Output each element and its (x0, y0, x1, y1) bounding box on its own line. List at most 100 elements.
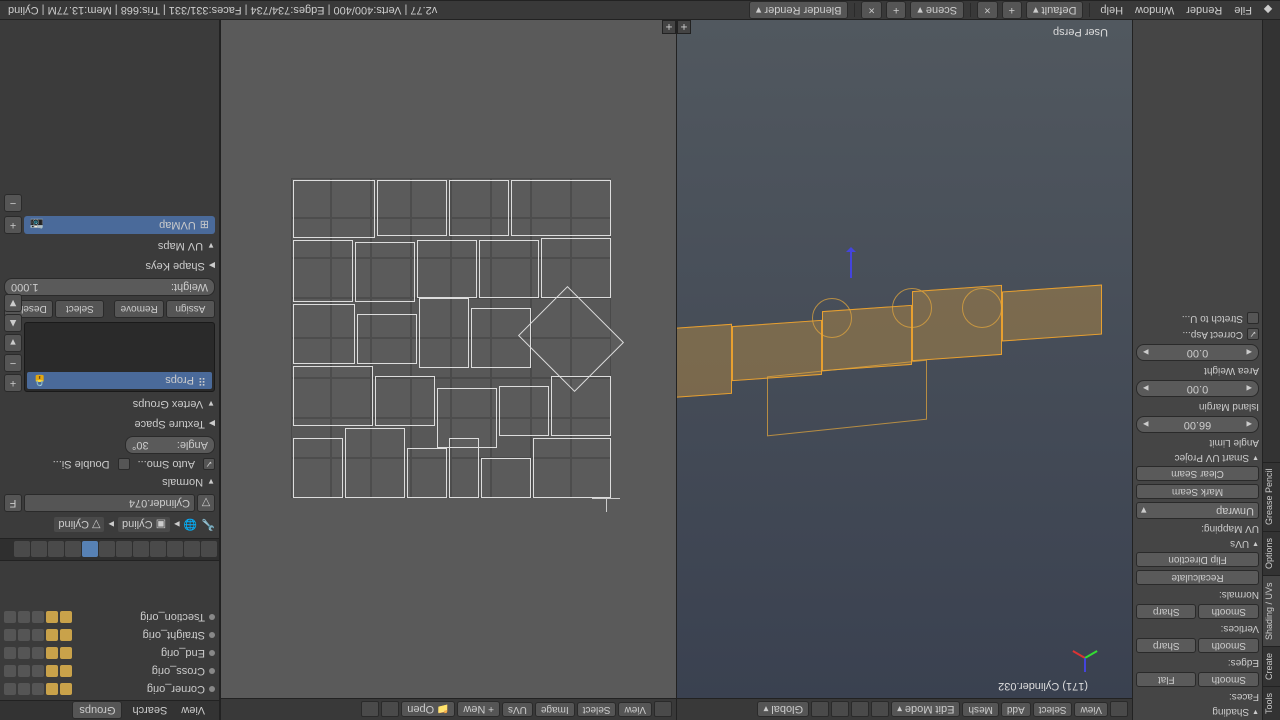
outliner-view-menu[interactable]: View (177, 705, 209, 717)
double-sided-check[interactable] (118, 458, 130, 470)
view3d-view-menu[interactable]: View (1075, 702, 1109, 717)
uv-select-menu[interactable]: Select (577, 702, 617, 717)
vgroup-remove-button[interactable]: − (4, 354, 22, 372)
outliner-list[interactable]: Corner_orig Cross_orig End_orig Straight… (0, 561, 219, 700)
uvmap-add-button[interactable]: + (4, 216, 22, 234)
shading-panel-header[interactable]: Shading (1136, 706, 1259, 717)
vgroup-weight-field[interactable]: Weight:1.000 (4, 278, 215, 296)
correct-aspect-check[interactable] (1247, 329, 1259, 341)
layers-icon[interactable] (811, 702, 829, 718)
tab-grease-pencil[interactable]: Grease Pencil (1263, 462, 1280, 532)
vgroup-select-button[interactable]: Select (55, 300, 104, 318)
verts-sharp-button[interactable]: Sharp (1136, 604, 1197, 619)
vgroup-assign-button[interactable]: Assign (166, 300, 215, 318)
orientation-dropdown[interactable]: Global ▾ (758, 702, 810, 718)
vgroup-remove-from-button[interactable]: Remove (115, 300, 164, 318)
uvmaps-panel-header[interactable]: UV Maps (4, 238, 215, 254)
uv-editor-type-icon[interactable] (654, 702, 672, 718)
vgroup-move-down-button[interactable]: ▼ (4, 294, 22, 312)
layout-add-button[interactable]: + (1002, 1, 1022, 19)
tab-create[interactable]: Create (1263, 646, 1280, 686)
crumb-object[interactable]: ▣ Cylind (118, 518, 170, 533)
normals-panel-header[interactable]: Normals (4, 474, 215, 490)
unwrap-dropdown[interactable]: Unwrap▾ (1136, 502, 1259, 519)
uvs-panel-header[interactable]: UVs (1136, 538, 1259, 549)
edges-sharp-button[interactable]: Sharp (1136, 638, 1197, 653)
normals-angle-field[interactable]: Angle:30° (125, 436, 215, 454)
vgroup-move-up-button[interactable]: ▲ (4, 314, 22, 332)
tab-scene[interactable] (167, 542, 183, 558)
mode-dropdown[interactable]: Edit Mode ▾ (891, 702, 960, 718)
datablock-browse-icon[interactable]: ▽ (197, 494, 215, 512)
crumb-mesh[interactable]: ▽ Cylind (54, 518, 104, 533)
manipulator-z-axis[interactable] (850, 248, 852, 278)
uv-split-area-handle[interactable]: + (662, 20, 676, 34)
tab-texture[interactable] (48, 542, 64, 558)
tab-data[interactable] (82, 542, 98, 558)
split-area-handle[interactable]: + (677, 20, 691, 34)
uv-snap-icon[interactable] (361, 702, 379, 718)
help-menu[interactable]: Help (1096, 4, 1127, 16)
uv-new-button[interactable]: + New (457, 702, 500, 718)
tab-tools[interactable]: Tools (1263, 686, 1280, 720)
tab-render-layers[interactable] (184, 542, 200, 558)
vertex-groups-list[interactable]: ⠿Props🔒 (24, 322, 215, 392)
angle-limit-field[interactable]: ◂66.00▸ (1136, 416, 1259, 433)
scene-delete-button[interactable]: × (861, 1, 881, 19)
uv-viewport[interactable]: + (221, 20, 676, 698)
editor-type-icon[interactable] (1110, 702, 1128, 718)
view3d-select-menu[interactable]: Select (1033, 702, 1073, 717)
edges-smooth-button[interactable]: Smooth (1199, 638, 1260, 653)
recalculate-button[interactable]: Recalculate (1136, 570, 1259, 585)
tab-constraints[interactable] (116, 542, 132, 558)
view3d-viewport[interactable]: (171) Cylinder.032 (677, 20, 1132, 698)
datablock-name-field[interactable]: Cylinder.074 (24, 494, 195, 512)
tab-object[interactable] (133, 542, 149, 558)
tab-physics[interactable] (14, 542, 30, 558)
tab-material[interactable] (65, 542, 81, 558)
island-margin-field[interactable]: ◂0.00▸ (1136, 380, 1259, 397)
uvmap-item[interactable]: ⊞UVMap📷 (24, 216, 215, 234)
scene-add-button[interactable]: + (886, 1, 906, 19)
layout-delete-button[interactable]: × (977, 1, 997, 19)
texspace-panel-header[interactable]: Texture Space (4, 416, 215, 432)
clear-seam-button[interactable]: Clear Seam (1136, 466, 1259, 481)
uvmap-remove-button[interactable]: − (4, 194, 22, 212)
uv-pin-icon[interactable] (381, 702, 399, 718)
pivot-icon[interactable] (851, 702, 869, 718)
engine-dropdown[interactable]: Blender Render ▾ (749, 1, 849, 19)
scene-dropdown[interactable]: Scene ▾ (910, 1, 964, 19)
tab-particles[interactable] (31, 542, 47, 558)
vertex-groups-panel-header[interactable]: Vertex Groups (4, 396, 215, 412)
verts-smooth-button[interactable]: Smooth (1199, 604, 1260, 619)
uv-open-button[interactable]: 📁 Open (401, 702, 455, 718)
mark-seam-button[interactable]: Mark Seam (1136, 484, 1259, 499)
tab-render[interactable] (201, 542, 217, 558)
outliner-search-menu[interactable]: Search (128, 705, 171, 717)
vgroup-specials-button[interactable]: ▾ (4, 334, 22, 352)
file-menu[interactable]: File (1230, 4, 1256, 16)
uv-view-menu[interactable]: View (619, 702, 653, 717)
manipulator-icon[interactable] (831, 702, 849, 718)
vgroup-add-button[interactable]: + (4, 374, 22, 392)
render-menu[interactable]: Render (1182, 4, 1226, 16)
tab-world[interactable] (150, 542, 166, 558)
faces-flat-button[interactable]: Flat (1136, 672, 1197, 687)
view3d-mesh-menu[interactable]: Mesh (962, 702, 998, 717)
uv-uvs-menu[interactable]: UVs (502, 702, 533, 717)
view3d-add-menu[interactable]: Add (1001, 702, 1031, 717)
stretch-bounds-check[interactable] (1247, 313, 1259, 325)
flip-direction-button[interactable]: Flip Direction (1136, 552, 1259, 567)
shapekeys-panel-header[interactable]: Shape Keys (4, 258, 215, 274)
uv-image-menu[interactable]: Image (535, 702, 575, 717)
area-weight-field[interactable]: ◂0.00▸ (1136, 344, 1259, 361)
tab-options[interactable]: Options (1263, 531, 1280, 575)
tab-shading-uvs[interactable]: Shading / UVs (1263, 575, 1280, 646)
tab-modifiers[interactable] (99, 542, 115, 558)
smart-uv-panel-header[interactable]: Smart UV Projec (1136, 452, 1259, 463)
fake-user-button[interactable]: F (4, 494, 22, 512)
window-menu[interactable]: Window (1131, 4, 1178, 16)
faces-smooth-button[interactable]: Smooth (1199, 672, 1260, 687)
auto-smooth-check[interactable] (203, 458, 215, 470)
layout-dropdown[interactable]: Default ▾ (1026, 1, 1083, 19)
